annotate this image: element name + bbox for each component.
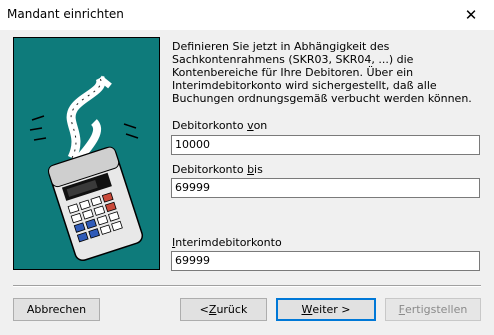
title-bar: Mandant einrichten ✕ xyxy=(0,0,494,30)
wizard-description: Definieren Sie jetzt in Abhängigkeit des… xyxy=(172,40,472,105)
finish-button[interactable]: Fertigstellen xyxy=(385,298,481,321)
interimdebitorkonto-label: Interimdebitorkonto xyxy=(172,236,282,249)
cancel-button[interactable]: Abbrechen xyxy=(13,298,100,321)
calculator-with-paper-tape-icon xyxy=(29,75,144,262)
close-button[interactable]: ✕ xyxy=(448,0,494,30)
close-icon: ✕ xyxy=(464,6,478,24)
debitorkonto-von-field[interactable]: 10000 xyxy=(171,135,480,155)
debitorkonto-von-label: Debitorkonto von xyxy=(172,119,268,132)
footer-separator xyxy=(13,285,481,287)
next-button[interactable]: Weiter > xyxy=(276,298,376,321)
window-title: Mandant einrichten xyxy=(7,7,124,21)
interimdebitorkonto-field[interactable]: 69999 xyxy=(171,251,480,271)
back-button[interactable]: < Zurück xyxy=(180,298,267,321)
wizard-illustration xyxy=(13,37,160,270)
debitorkonto-bis-label: Debitorkonto bis xyxy=(172,163,263,176)
debitorkonto-bis-field[interactable]: 69999 xyxy=(171,178,480,198)
